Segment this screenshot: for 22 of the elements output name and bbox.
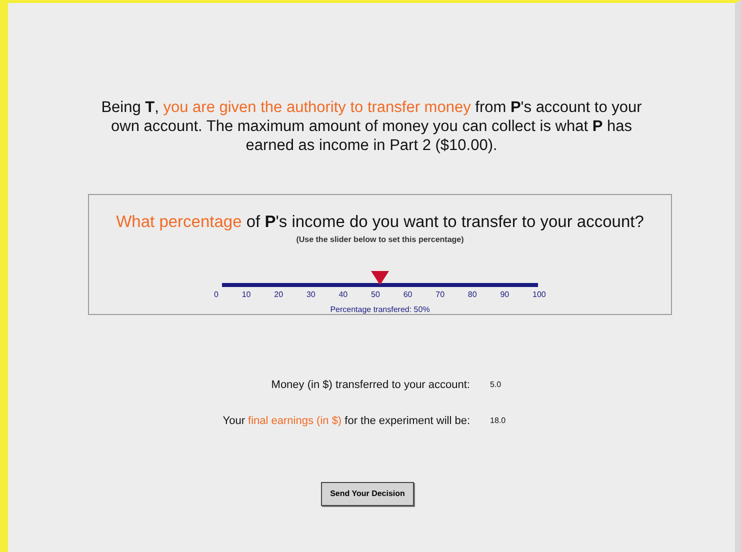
result-value: 5.0 [490, 378, 502, 391]
slider-thumb[interactable] [371, 271, 389, 286]
tick-label: 10 [242, 289, 251, 302]
tick-label: 50 [371, 289, 380, 302]
tick-label: 30 [306, 289, 316, 302]
tick-label: 20 [274, 289, 284, 302]
tick-label: 80 [468, 289, 477, 302]
result-value: 18.0 [490, 415, 507, 428]
tick-label: 90 [500, 289, 510, 302]
tick-label: 70 [436, 289, 445, 302]
tick-label: 0 [214, 289, 218, 302]
result-label: Your final earnings (in $) for the experiment will be: [222, 414, 471, 430]
tick-label: 100 [532, 289, 546, 302]
tick-label: 40 [338, 289, 348, 302]
percentage-reading: Percentage transfered: 50% [329, 304, 431, 316]
instruction-text: Being T, you are given the authority to transfer money from P's account to your own account. The maximum amount of money you can collect is what P has earned as income in Part 2 ($10.00). [100, 99, 643, 156]
tick-label: 60 [403, 289, 412, 302]
result-label: Money (in $) transferred to your account: [270, 378, 471, 393]
percentage-slider[interactable] [220, 271, 540, 288]
send-decision-button[interactable]: Send Your Decision [321, 482, 414, 506]
question-text: What percentage of P's income do you want to transfer to your account? [115, 212, 645, 233]
hint-text: (Use the slider below to set this percentage) [295, 234, 465, 246]
